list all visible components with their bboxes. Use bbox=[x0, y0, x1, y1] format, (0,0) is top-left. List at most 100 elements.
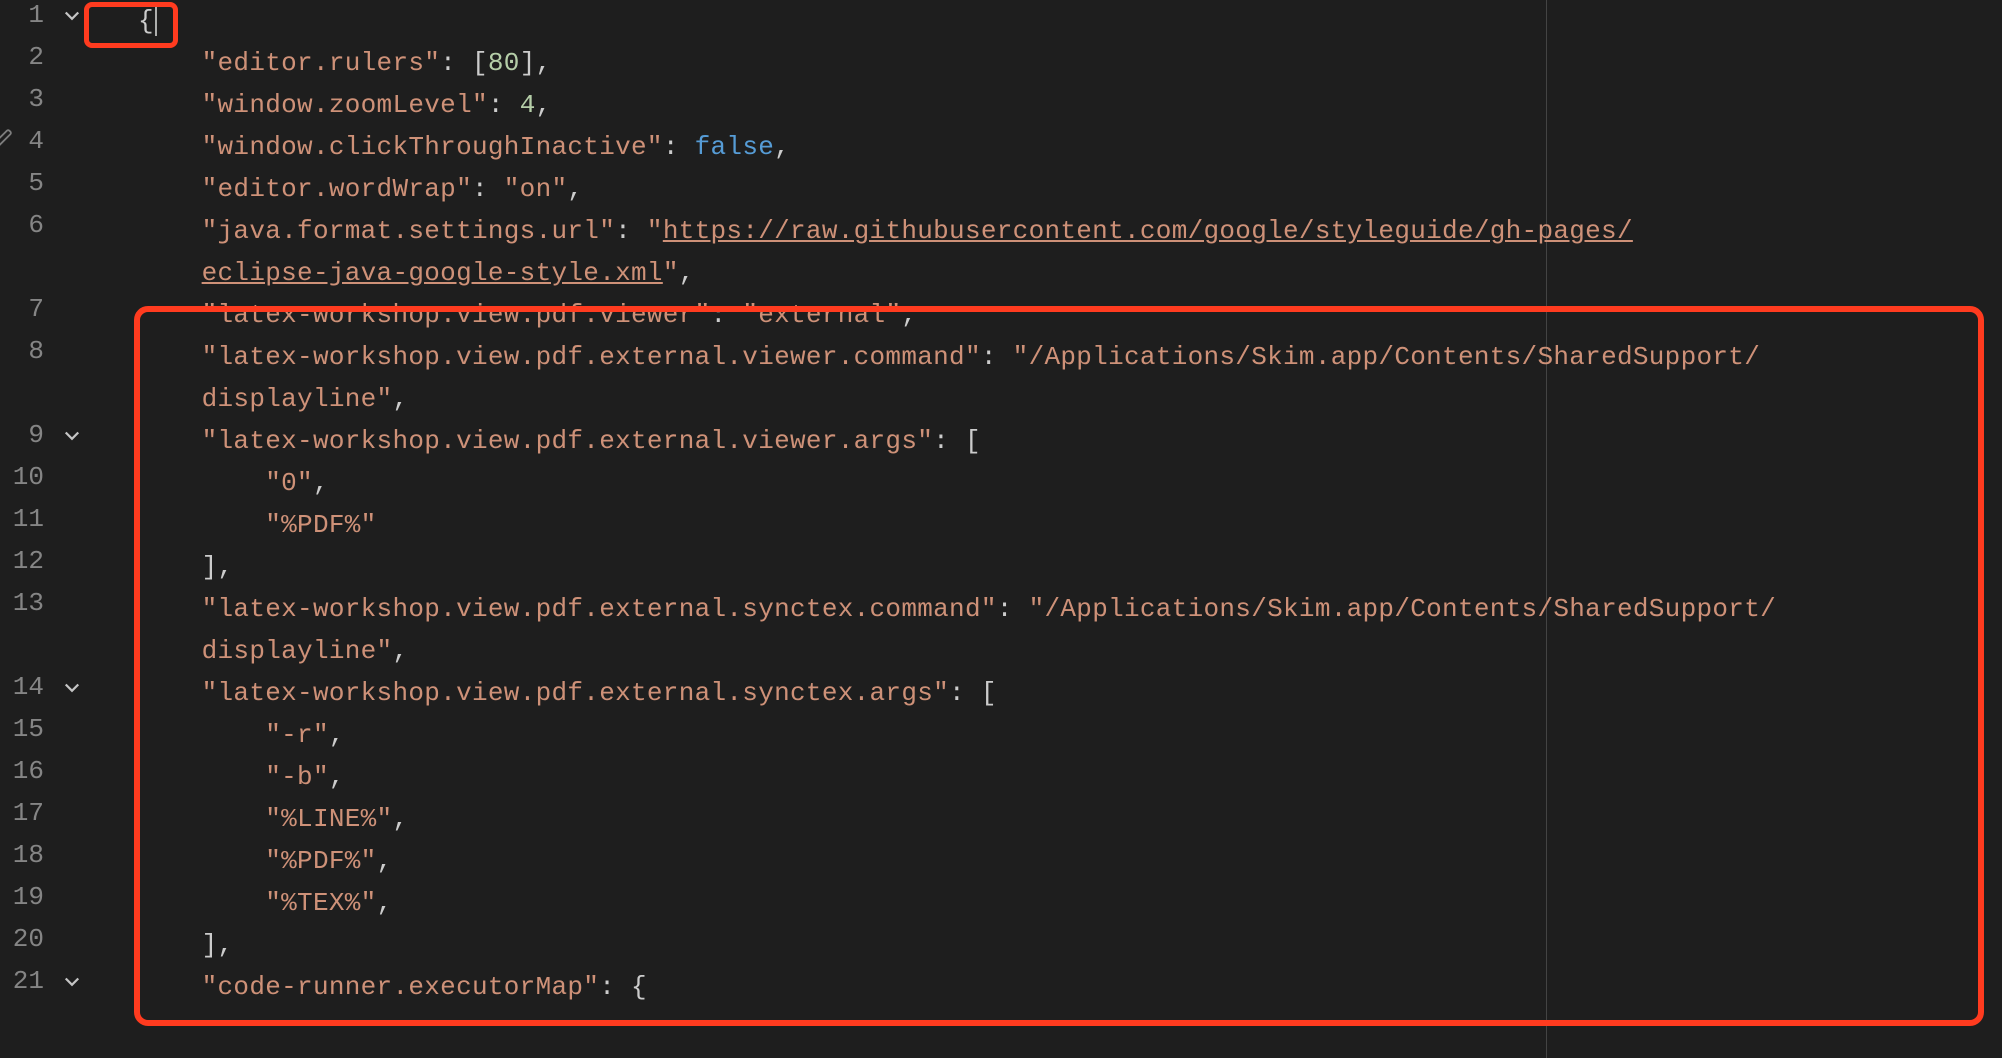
code-line[interactable]: 2 "editor.rulers": [80], bbox=[0, 42, 2002, 84]
line-number: 19 bbox=[5, 882, 60, 912]
gutter: 13 bbox=[0, 588, 90, 618]
code-content[interactable]: "0", bbox=[90, 462, 2002, 504]
token-punct: : bbox=[615, 216, 647, 246]
token-punct: : bbox=[711, 300, 743, 330]
code-content[interactable]: ], bbox=[90, 924, 2002, 966]
code-content[interactable]: "code-runner.executorMap": { bbox=[90, 966, 2002, 1008]
token-punct bbox=[138, 510, 265, 540]
gutter: 12 bbox=[0, 546, 90, 576]
code-line[interactable]: 18 "%PDF%", bbox=[0, 840, 2002, 882]
token-punct: , bbox=[774, 132, 790, 162]
code-line-wrap[interactable]: displayline", bbox=[0, 630, 2002, 672]
token-punct bbox=[138, 174, 202, 204]
token-string: "java.format.settings.url" bbox=[202, 216, 615, 246]
gutter: 16 bbox=[0, 756, 90, 786]
code-line[interactable]: 5 "editor.wordWrap": "on", bbox=[0, 168, 2002, 210]
code-content[interactable]: "%PDF%" bbox=[90, 504, 2002, 546]
token-punct: : bbox=[488, 90, 520, 120]
code-content[interactable]: "editor.wordWrap": "on", bbox=[90, 168, 2002, 210]
line-number: 10 bbox=[5, 462, 60, 492]
token-punct bbox=[138, 468, 265, 498]
code-line[interactable]: 17 "%LINE%", bbox=[0, 798, 2002, 840]
gutter: 10 bbox=[0, 462, 90, 492]
code-content[interactable]: "-b", bbox=[90, 756, 2002, 798]
code-line-wrap[interactable]: displayline", bbox=[0, 378, 2002, 420]
line-number: 21 bbox=[5, 966, 60, 996]
code-line[interactable]: 4 "window.clickThroughInactive": false, bbox=[0, 126, 2002, 168]
code-content[interactable]: "latex-workshop.view.pdf.external.viewer… bbox=[90, 420, 2002, 462]
line-number: 8 bbox=[5, 336, 60, 366]
gutter: 5 bbox=[0, 168, 90, 198]
code-content[interactable]: "latex-workshop.view.pdf.external.syncte… bbox=[90, 588, 2002, 630]
token-link: eclipse-java-google-style.xml bbox=[202, 258, 663, 288]
code-line[interactable]: 13 "latex-workshop.view.pdf.external.syn… bbox=[0, 588, 2002, 630]
token-punct: ], bbox=[520, 48, 552, 78]
code-line[interactable]: 20 ], bbox=[0, 924, 2002, 966]
code-line-wrap[interactable]: eclipse-java-google-style.xml", bbox=[0, 252, 2002, 294]
gutter: 6 bbox=[0, 210, 90, 240]
token-number: 80 bbox=[488, 48, 520, 78]
token-string: "latex-workshop.view.pdf.external.syncte… bbox=[202, 678, 949, 708]
code-content[interactable]: { bbox=[90, 0, 2002, 42]
code-editor[interactable]: 1{2 "editor.rulers": [80],3 "window.zoom… bbox=[0, 0, 2002, 1058]
code-content[interactable]: "%TEX%", bbox=[90, 882, 2002, 924]
code-line[interactable]: 16 "-b", bbox=[0, 756, 2002, 798]
code-line[interactable]: 10 "0", bbox=[0, 462, 2002, 504]
code-content[interactable]: displayline", bbox=[90, 378, 2002, 420]
token-punct bbox=[138, 48, 202, 78]
line-number: 12 bbox=[5, 546, 60, 576]
code-content[interactable]: "latex-workshop.view.pdf.viewer": "exter… bbox=[90, 294, 2002, 336]
token-string: "latex-workshop.view.pdf.external.syncte… bbox=[202, 594, 997, 624]
token-punct: : { bbox=[599, 972, 647, 1002]
code-content[interactable]: "latex-workshop.view.pdf.external.syncte… bbox=[90, 672, 2002, 714]
fold-toggle-icon[interactable] bbox=[60, 425, 84, 445]
code-content[interactable]: displayline", bbox=[90, 630, 2002, 672]
token-punct: , bbox=[313, 468, 329, 498]
gutter: 18 bbox=[0, 840, 90, 870]
gutter: 1 bbox=[0, 0, 90, 30]
code-line[interactable]: 12 ], bbox=[0, 546, 2002, 588]
code-line[interactable]: 11 "%PDF%" bbox=[0, 504, 2002, 546]
line-number: 14 bbox=[5, 672, 60, 702]
line-number: 6 bbox=[5, 210, 60, 240]
code-line[interactable]: 15 "-r", bbox=[0, 714, 2002, 756]
code-content[interactable]: "editor.rulers": [80], bbox=[90, 42, 2002, 84]
code-line[interactable]: 6 "java.format.settings.url": "https://r… bbox=[0, 210, 2002, 252]
code-content[interactable]: "latex-workshop.view.pdf.external.viewer… bbox=[90, 336, 2002, 378]
token-punct bbox=[138, 426, 202, 456]
code-content[interactable]: "%LINE%", bbox=[90, 798, 2002, 840]
gutter: 8 bbox=[0, 336, 90, 366]
token-string: "code-runner.executorMap" bbox=[202, 972, 600, 1002]
code-content[interactable]: "-r", bbox=[90, 714, 2002, 756]
code-line[interactable]: 19 "%TEX%", bbox=[0, 882, 2002, 924]
fold-toggle-icon[interactable] bbox=[60, 677, 84, 697]
token-number: 4 bbox=[520, 90, 536, 120]
code-line[interactable]: 1{ bbox=[0, 0, 2002, 42]
code-line[interactable]: 9 "latex-workshop.view.pdf.external.view… bbox=[0, 420, 2002, 462]
code-line[interactable]: 8 "latex-workshop.view.pdf.external.view… bbox=[0, 336, 2002, 378]
token-string: "editor.wordWrap" bbox=[202, 174, 472, 204]
code-line[interactable]: 14 "latex-workshop.view.pdf.external.syn… bbox=[0, 672, 2002, 714]
fold-toggle-icon[interactable] bbox=[60, 971, 84, 991]
code-line[interactable]: 21 "code-runner.executorMap": { bbox=[0, 966, 2002, 1008]
gutter: 2 bbox=[0, 42, 90, 72]
text-cursor bbox=[155, 6, 157, 36]
fold-toggle-icon[interactable] bbox=[60, 5, 84, 25]
token-punct bbox=[138, 972, 202, 1002]
token-keyword: false bbox=[695, 132, 775, 162]
token-string: "window.zoomLevel" bbox=[202, 90, 488, 120]
code-line[interactable]: 7 "latex-workshop.view.pdf.viewer": "ext… bbox=[0, 294, 2002, 336]
token-punct bbox=[138, 720, 265, 750]
code-content[interactable]: ], bbox=[90, 546, 2002, 588]
code-line[interactable]: 3 "window.zoomLevel": 4, bbox=[0, 84, 2002, 126]
code-content[interactable]: "window.clickThroughInactive": false, bbox=[90, 126, 2002, 168]
token-string: "0" bbox=[265, 468, 313, 498]
code-content[interactable]: "window.zoomLevel": 4, bbox=[90, 84, 2002, 126]
token-punct bbox=[138, 258, 202, 288]
editor-lines[interactable]: 1{2 "editor.rulers": [80],3 "window.zoom… bbox=[0, 0, 2002, 1008]
code-content[interactable]: "%PDF%", bbox=[90, 840, 2002, 882]
code-content[interactable]: "java.format.settings.url": "https://raw… bbox=[90, 210, 2002, 252]
gutter: 17 bbox=[0, 798, 90, 828]
code-content[interactable]: eclipse-java-google-style.xml", bbox=[90, 252, 2002, 294]
token-punct: : [ bbox=[949, 678, 997, 708]
